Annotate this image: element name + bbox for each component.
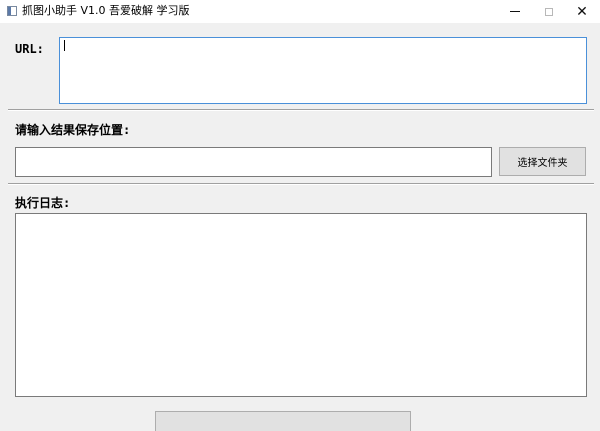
close-icon: ✕ [576, 3, 588, 20]
log-label: 执行日志: [15, 196, 71, 210]
url-input[interactable] [59, 37, 587, 104]
window-title: 抓图小助手 V1.0 吾爱破解 学习版 [22, 4, 190, 17]
log-textarea[interactable] [15, 213, 587, 397]
app-window: 抓图小助手 V1.0 吾爱破解 学习版 ✕ URL: 请输入结果保存位置: 选择… [0, 0, 600, 431]
close-button[interactable]: ✕ [559, 0, 600, 23]
save-location-label: 请输入结果保存位置: [15, 123, 131, 137]
save-location-input[interactable] [15, 147, 492, 177]
start-button[interactable] [155, 411, 411, 431]
app-window-icon [7, 6, 17, 16]
url-label: URL: [15, 42, 44, 56]
title-bar[interactable]: 抓图小助手 V1.0 吾爱破解 学习版 ✕ [0, 0, 600, 23]
choose-folder-button[interactable]: 选择文件夹 [499, 147, 586, 176]
separator-middle [8, 183, 594, 185]
maximize-icon [545, 7, 553, 16]
separator-top [8, 109, 594, 111]
minimize-icon [510, 11, 520, 12]
text-caret [64, 40, 65, 51]
